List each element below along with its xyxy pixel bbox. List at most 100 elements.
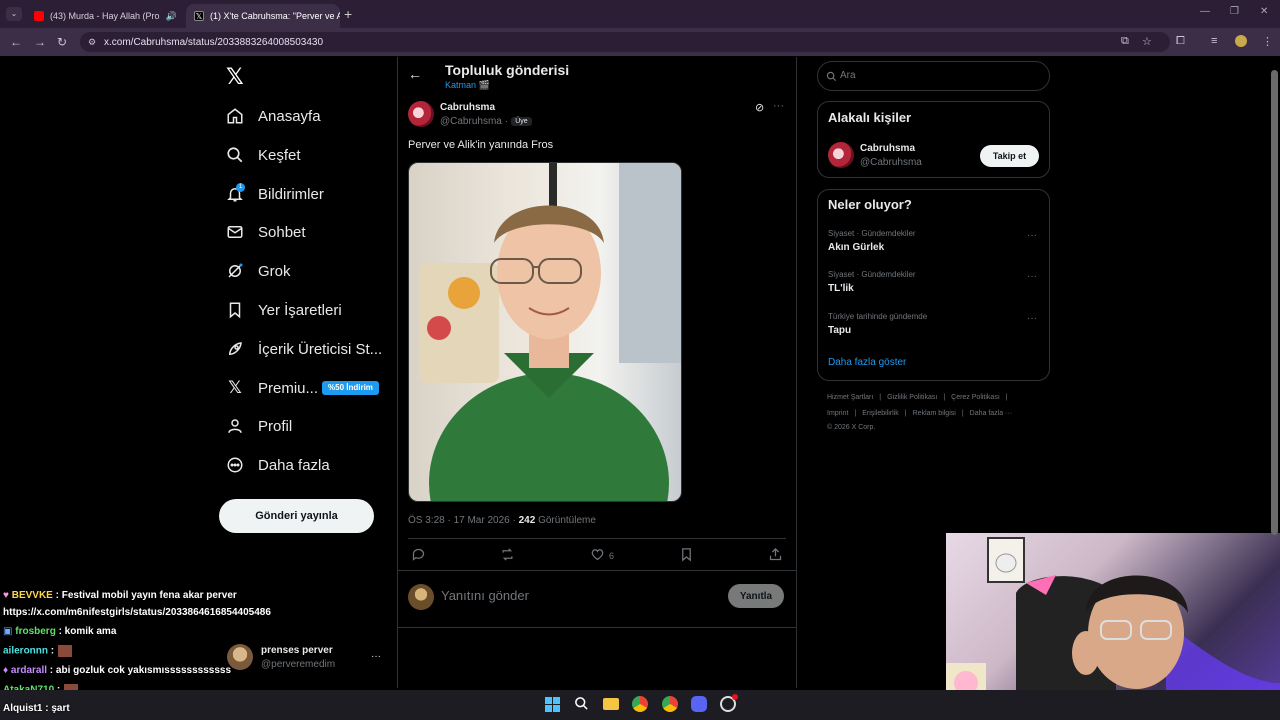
search-icon (226, 146, 244, 164)
nav-chat[interactable]: Sohbet (226, 214, 306, 250)
nav-home[interactable]: Anasayfa (226, 98, 321, 134)
bookmark-star-icon[interactable]: ☆ (1142, 35, 1152, 48)
notification-dot (732, 694, 738, 700)
nav-premium[interactable]: 𝕏 Premiu... (226, 370, 318, 406)
trend-topic[interactable]: Tapu (828, 325, 851, 336)
post-image[interactable] (408, 162, 682, 502)
discord-icon[interactable] (691, 696, 707, 712)
bookmark-icon[interactable] (679, 547, 694, 567)
author-name[interactable]: Cabruhsma (440, 102, 495, 113)
author-avatar[interactable] (408, 101, 434, 127)
reload-button[interactable]: ↻ (57, 35, 67, 49)
trend-context: Türkiye tarihinde gündemde (828, 312, 928, 321)
trend-topic[interactable]: TL'lik (828, 283, 854, 294)
extensions-icon[interactable]: ⧠ (1176, 35, 1185, 48)
page-scrollbar[interactable] (1271, 70, 1278, 535)
reply-button[interactable]: Yanıtla (728, 584, 784, 608)
chrome-icon[interactable] (632, 696, 648, 712)
browser-menu-icon[interactable]: ⋮ (1262, 35, 1273, 48)
forward-button[interactable]: → (34, 35, 46, 49)
close-window-icon[interactable]: ✕ (1260, 6, 1268, 17)
post-timestamp-row: ÖS 3:28 · 17 Mar 2026 · 242 Görüntüleme (408, 515, 596, 526)
follow-button[interactable]: Takip et (980, 145, 1039, 167)
footer-link[interactable]: Çerez Politikası (951, 394, 1000, 401)
community-link[interactable]: Katman 🎬 (445, 80, 490, 91)
reply-icon[interactable] (411, 547, 426, 567)
nav-grok[interactable]: Grok (226, 253, 291, 289)
trend-more-icon[interactable]: ··· (1027, 313, 1037, 324)
minimize-icon[interactable]: — (1200, 6, 1210, 17)
chrome-profile-icon[interactable] (662, 696, 678, 712)
youtube-icon (34, 11, 44, 21)
chat-emote-icon: ♥ (3, 590, 12, 601)
file-explorer-icon[interactable] (603, 698, 619, 710)
trend-topic[interactable]: Akın Gürlek (828, 242, 884, 253)
home-icon (226, 107, 244, 125)
bookmark-icon (226, 301, 244, 319)
footer-link[interactable]: Imprint (827, 410, 848, 417)
windows-start-icon[interactable] (545, 697, 560, 712)
nav-notifications[interactable]: Bildirimler (226, 176, 324, 212)
relevant-avatar[interactable] (828, 142, 854, 168)
meta-separator: · (504, 116, 509, 127)
nav-explore[interactable]: Keşfet (226, 137, 301, 173)
post-timestamp[interactable]: ÖS 3:28 · 17 Mar 2026 · (408, 515, 519, 526)
reading-list-icon[interactable]: ≡ (1211, 35, 1217, 47)
chat-message: ♥ BEVVKE : Festival mobil yayın fena aka… (3, 590, 237, 601)
relevant-handle[interactable]: @Cabruhsma (860, 157, 922, 168)
nav-label: Bildirimler (258, 185, 324, 203)
my-avatar[interactable] (408, 584, 434, 610)
nav-bookmarks[interactable]: Yer İşaretleri (226, 292, 342, 328)
views-label: Görüntüleme (535, 515, 596, 526)
tab-label: (1) X'te Cabruhsma: "Perver ve A (210, 11, 340, 21)
more-circle-icon (226, 456, 244, 474)
trend-more-icon[interactable]: ··· (1027, 230, 1037, 241)
chat-text: : şart (42, 703, 70, 714)
taskbar-search-icon[interactable] (574, 696, 589, 716)
nav-more[interactable]: Daha fazla (226, 447, 330, 483)
author-handle[interactable]: @Cabruhsma (440, 116, 502, 127)
card-title: Alakalı kişiler (828, 110, 912, 125)
nav-creator-studio[interactable]: İçerik Üreticisi St... (226, 331, 382, 367)
new-tab-button[interactable]: + (344, 6, 352, 22)
share-icon[interactable] (768, 547, 783, 567)
footer-link[interactable]: Erişilebilirlik (862, 410, 899, 417)
footer-link[interactable]: Hizmet Şartları (827, 394, 873, 401)
grok-explain-icon[interactable]: ⊘ (755, 101, 764, 114)
maximize-icon[interactable]: ❐ (1230, 6, 1239, 17)
post-text: Perver ve Alik'in yanında Fros (408, 139, 554, 151)
like-button[interactable]: 6 (590, 547, 614, 564)
relevant-name[interactable]: Cabruhsma (860, 143, 915, 154)
back-arrow-icon[interactable]: ← (408, 66, 422, 82)
tab-search-button[interactable]: ⌄ (6, 7, 22, 21)
suggestion-name[interactable]: prenses perver (261, 645, 333, 656)
footer-links-row-1: Hizmet Şartları | Gizlilik Politikası | Çe… (827, 394, 1008, 401)
nav-label: Anasayfa (258, 107, 321, 125)
browser-tab-x[interactable]: 𝕏 (1) X'te Cabruhsma: "Perver ve A ✕ (186, 4, 340, 28)
nav-profile[interactable]: Profil (226, 408, 292, 444)
suggestion-handle[interactable]: @perveremedim (261, 659, 335, 670)
suggestion-more-icon[interactable]: ··· (371, 651, 381, 662)
back-button[interactable]: ← (10, 35, 22, 49)
tab-label: (43) Murda - Hay Allah (Pro (50, 11, 160, 21)
site-info-icon[interactable]: ⚙ (88, 37, 96, 48)
chat-user: aileronnn (3, 645, 49, 657)
footer-link[interactable]: Daha fazla ··· (970, 410, 1012, 417)
heart-icon (590, 547, 605, 564)
nav-label: Premiu... (258, 379, 319, 397)
browser-tab-youtube[interactable]: (43) Murda - Hay Allah (Pro 🔊 ✕ (26, 4, 180, 28)
show-more-link[interactable]: Daha fazla göster (828, 357, 906, 368)
reply-input[interactable]: Yanıtını gönder (441, 588, 529, 603)
footer-link[interactable]: Gizlilik Politikası (887, 394, 937, 401)
install-icon[interactable]: ⧉ (1121, 35, 1129, 48)
x-logo-icon[interactable]: 𝕏 (226, 64, 244, 90)
premium-discount-badge: %50 İndirim (322, 381, 379, 395)
profile-avatar[interactable] (1235, 35, 1247, 47)
trend-more-icon[interactable]: ··· (1027, 271, 1037, 282)
url-text: x.com/Cabruhsma/status/20338832640085034… (104, 37, 324, 48)
more-options-icon[interactable]: ··· (773, 100, 784, 112)
post-button[interactable]: Gönderi yayınla (219, 499, 374, 533)
footer-link[interactable]: Reklam bilgisi (913, 410, 956, 417)
repost-icon[interactable] (500, 547, 515, 567)
chat-user: ardarall (10, 665, 48, 676)
